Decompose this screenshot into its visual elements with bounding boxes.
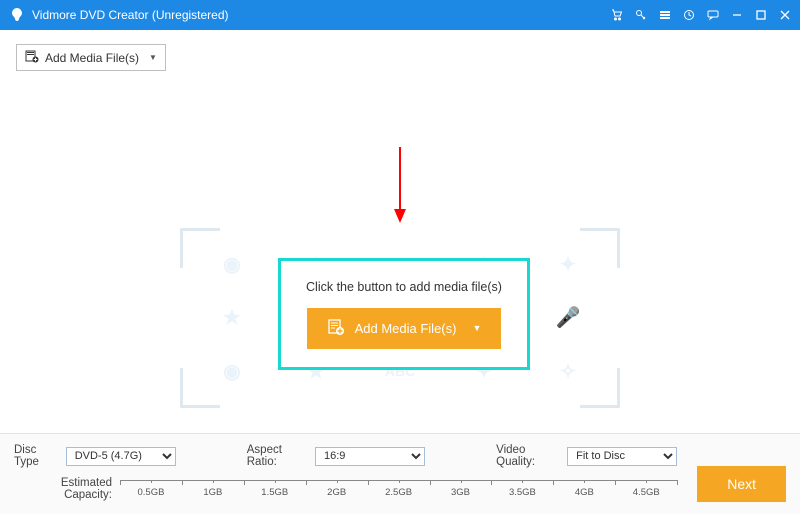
app-title: Vidmore DVD Creator (Unregistered) xyxy=(32,8,610,22)
settings-row: Disc Type DVD-5 (4.7G) Aspect Ratio: 16:… xyxy=(14,444,677,468)
cart-icon[interactable] xyxy=(610,8,624,22)
ruler-tick-label: 4.5GB xyxy=(633,487,660,498)
minimize-icon[interactable] xyxy=(730,8,744,22)
toolbar: Add Media File(s) ▼ xyxy=(0,30,800,85)
history-icon[interactable] xyxy=(682,8,696,22)
capacity-label: Estimated Capacity: xyxy=(14,477,112,501)
feedback-icon[interactable] xyxy=(706,8,720,22)
add-media-hint: Click the button to add media file(s) xyxy=(306,280,502,294)
titlebar-icons xyxy=(610,8,792,22)
ruler-tick-label: 3GB xyxy=(451,487,470,498)
ruler-tick-label: 2.5GB xyxy=(385,487,412,498)
capacity-row: Estimated Capacity: 0.5GB 1GB 1.5GB 2GB 2.5G… xyxy=(14,476,677,502)
video-quality-select[interactable]: Fit to Disc xyxy=(567,447,677,466)
add-media-button-main[interactable]: Add Media File(s) ▼ xyxy=(307,308,502,349)
ruler-tick-label: 0.5GB xyxy=(137,487,164,498)
add-media-icon xyxy=(25,49,39,66)
disc-type-select[interactable]: DVD-5 (4.7G) xyxy=(66,447,176,466)
chevron-down-icon: ▼ xyxy=(472,323,481,333)
ruler-tick-label: 2GB xyxy=(327,487,346,498)
main-area: ◉✦ABC✧✦ ★🎤 ◉★ABC✦✧ Click the button to a… xyxy=(0,85,800,455)
add-media-icon xyxy=(327,318,345,339)
add-media-label: Add Media File(s) xyxy=(45,51,139,65)
aspect-ratio-label: Aspect Ratio: xyxy=(247,444,309,468)
add-media-label: Add Media File(s) xyxy=(355,321,457,336)
maximize-icon[interactable] xyxy=(754,8,768,22)
key-icon[interactable] xyxy=(634,8,648,22)
ruler-tick-label: 3.5GB xyxy=(509,487,536,498)
menu-icon[interactable] xyxy=(658,8,672,22)
close-icon[interactable] xyxy=(778,8,792,22)
ruler-tick-label: 1.5GB xyxy=(261,487,288,498)
footer-bar: Disc Type DVD-5 (4.7G) Aspect Ratio: 16:… xyxy=(0,433,800,514)
disc-type-label: Disc Type xyxy=(14,444,60,468)
ruler-tick-label: 4GB xyxy=(575,487,594,498)
app-logo-icon xyxy=(8,6,26,24)
next-button[interactable]: Next xyxy=(697,466,786,502)
annotation-arrow-icon xyxy=(390,145,410,225)
capacity-ruler: 0.5GB 1GB 1.5GB 2GB 2.5GB 3GB 3.5GB 4GB 4.5GB xyxy=(120,480,677,502)
add-media-button-top[interactable]: Add Media File(s) ▼ xyxy=(16,44,166,71)
chevron-down-icon: ▼ xyxy=(149,53,157,62)
title-bar: Vidmore DVD Creator (Unregistered) xyxy=(0,0,800,30)
video-quality-label: Video Quality: xyxy=(496,444,561,468)
ruler-tick-label: 1GB xyxy=(203,487,222,498)
aspect-ratio-select[interactable]: 16:9 xyxy=(315,447,425,466)
add-media-highlight: Click the button to add media file(s) Ad… xyxy=(278,258,530,370)
